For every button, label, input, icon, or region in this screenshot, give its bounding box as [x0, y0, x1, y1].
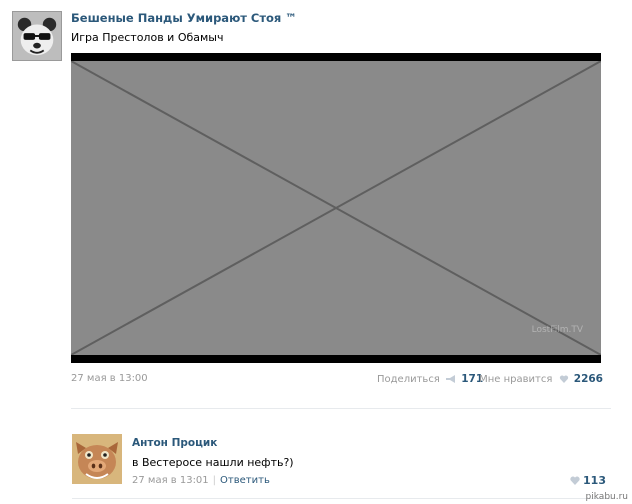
heart-icon [559, 375, 568, 383]
comment-text: в Вестеросе нашли нефть?) [132, 456, 294, 469]
share-button[interactable]: Поделиться 171 [377, 373, 483, 385]
divider [72, 498, 612, 499]
like-button[interactable]: Мне нравится 2266 [479, 373, 603, 385]
panda-avatar-image [13, 12, 61, 60]
comment-date-link[interactable]: 27 мая в 13:01 [132, 475, 209, 486]
comment-like-count: 113 [583, 474, 606, 487]
divider [71, 408, 611, 409]
like-label: Мне нравится [479, 374, 553, 385]
comment-meta: 27 мая в 13:01 | Ответить [132, 475, 270, 486]
image-placeholder [71, 61, 601, 355]
comment-avatar[interactable] [72, 434, 122, 484]
group-name-link[interactable]: Бешеные Панды Умирают Стоя ™ [71, 11, 297, 25]
like-count: 2266 [573, 373, 603, 385]
reply-button[interactable]: Ответить [220, 475, 270, 486]
media-watermark: LostFilm.TV [531, 325, 583, 335]
heart-icon [570, 476, 580, 485]
post-media-image: LostFilm.TV [71, 61, 601, 355]
pig-avatar-image [72, 434, 122, 484]
megaphone-icon [446, 375, 456, 383]
comment-author-link[interactable]: Антон Процик [132, 437, 217, 449]
post-text: Игра Престолов и Обамыч [71, 31, 224, 44]
post-footer: 27 мая в 13:00 Поделиться 171 Мне нравит… [71, 373, 603, 389]
comment-like-button[interactable]: 113 [570, 474, 606, 487]
post-media[interactable]: LostFilm.TV [71, 53, 601, 363]
share-label: Поделиться [377, 374, 440, 385]
post-date-link[interactable]: 27 мая в 13:00 [71, 373, 148, 384]
group-avatar[interactable] [12, 11, 62, 61]
comment-separator: | [212, 475, 217, 486]
site-watermark: pikabu.ru [585, 492, 628, 502]
